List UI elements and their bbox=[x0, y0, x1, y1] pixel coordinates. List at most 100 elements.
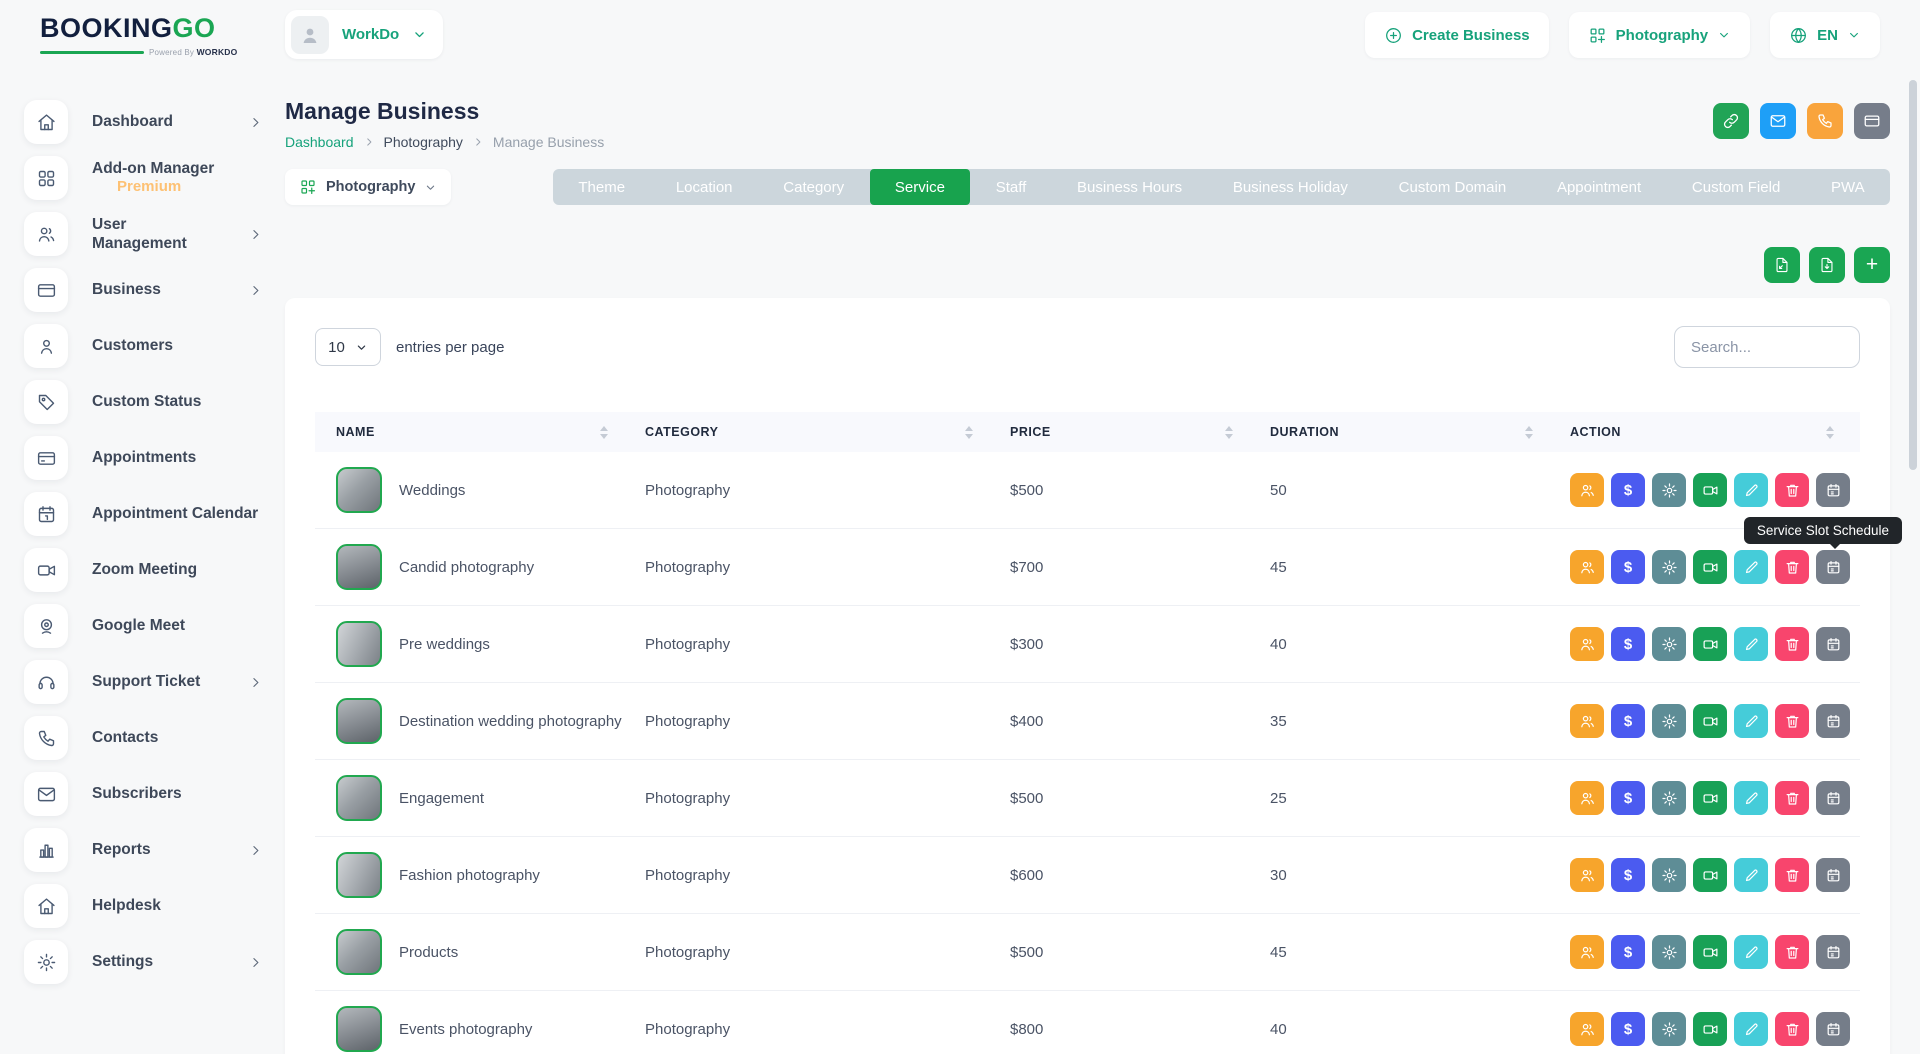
sidebar-item-appointment-calendar[interactable]: Appointment Calendar bbox=[0, 486, 283, 542]
staff-button[interactable] bbox=[1570, 781, 1604, 815]
copy-link-button[interactable] bbox=[1713, 103, 1749, 139]
service-settings-button[interactable] bbox=[1652, 550, 1686, 584]
payment-button[interactable] bbox=[1854, 103, 1890, 139]
download-file-button[interactable] bbox=[1809, 247, 1845, 283]
sort-icon[interactable] bbox=[600, 426, 608, 439]
service-settings-button[interactable] bbox=[1652, 1012, 1686, 1046]
sidebar-item-subscribers[interactable]: Subscribers bbox=[0, 766, 283, 822]
tab-location[interactable]: Location bbox=[650, 169, 757, 205]
meeting-button[interactable] bbox=[1693, 473, 1727, 507]
edit-button[interactable] bbox=[1734, 858, 1768, 892]
price-button[interactable]: $ bbox=[1611, 1012, 1645, 1046]
service-settings-button[interactable] bbox=[1652, 704, 1686, 738]
tab-business-holiday[interactable]: Business Holiday bbox=[1207, 169, 1373, 205]
sidebar-item-business[interactable]: Business bbox=[0, 262, 283, 318]
price-button[interactable]: $ bbox=[1611, 935, 1645, 969]
price-button[interactable]: $ bbox=[1611, 704, 1645, 738]
edit-button[interactable] bbox=[1734, 1012, 1768, 1046]
create-business-button[interactable]: Create Business bbox=[1365, 12, 1549, 58]
price-button[interactable]: $ bbox=[1611, 627, 1645, 661]
meeting-button[interactable] bbox=[1693, 935, 1727, 969]
meeting-button[interactable] bbox=[1693, 704, 1727, 738]
sidebar-item-user-management[interactable]: User Management bbox=[0, 206, 283, 262]
slot-schedule-button[interactable] bbox=[1816, 550, 1850, 584]
meeting-button[interactable] bbox=[1693, 858, 1727, 892]
tab-custom-domain[interactable]: Custom Domain bbox=[1373, 169, 1531, 205]
edit-button[interactable] bbox=[1734, 935, 1768, 969]
tab-theme[interactable]: Theme bbox=[553, 169, 650, 205]
sidebar-item-support-ticket[interactable]: Support Ticket bbox=[0, 654, 283, 710]
business-filter-dropdown[interactable]: Photography bbox=[285, 169, 451, 205]
staff-button[interactable] bbox=[1570, 550, 1604, 584]
edit-button[interactable] bbox=[1734, 627, 1768, 661]
tab-business-hours[interactable]: Business Hours bbox=[1052, 169, 1208, 205]
price-button[interactable]: $ bbox=[1611, 858, 1645, 892]
breadcrumb-dashboard[interactable]: Dashboard bbox=[285, 134, 354, 150]
sort-icon[interactable] bbox=[1225, 426, 1233, 439]
slot-schedule-button[interactable] bbox=[1816, 858, 1850, 892]
language-selector-button[interactable]: EN bbox=[1770, 12, 1880, 58]
sidebar-item-add-on-manager[interactable]: Add-on ManagerPremium bbox=[0, 150, 283, 206]
staff-button[interactable] bbox=[1570, 1012, 1604, 1046]
staff-button[interactable] bbox=[1570, 935, 1604, 969]
delete-button[interactable] bbox=[1775, 627, 1809, 661]
slot-schedule-button[interactable] bbox=[1816, 1012, 1850, 1046]
slot-schedule-button[interactable] bbox=[1816, 935, 1850, 969]
price-button[interactable]: $ bbox=[1611, 550, 1645, 584]
sort-icon[interactable] bbox=[965, 426, 973, 439]
sidebar-item-custom-status[interactable]: Custom Status bbox=[0, 374, 283, 430]
delete-button[interactable] bbox=[1775, 550, 1809, 584]
meeting-button[interactable] bbox=[1693, 550, 1727, 584]
sidebar-item-settings[interactable]: Settings bbox=[0, 934, 283, 990]
tab-staff[interactable]: Staff bbox=[970, 169, 1051, 205]
edit-button[interactable] bbox=[1734, 781, 1768, 815]
tab-service[interactable]: Service bbox=[870, 169, 971, 205]
page-scrollbar[interactable] bbox=[1909, 80, 1917, 470]
add-service-button[interactable]: + bbox=[1854, 247, 1890, 283]
sidebar-item-reports[interactable]: Reports bbox=[0, 822, 283, 878]
price-button[interactable]: $ bbox=[1611, 473, 1645, 507]
slot-schedule-button[interactable] bbox=[1816, 704, 1850, 738]
delete-button[interactable] bbox=[1775, 935, 1809, 969]
staff-button[interactable] bbox=[1570, 704, 1604, 738]
meeting-button[interactable] bbox=[1693, 781, 1727, 815]
meeting-button[interactable] bbox=[1693, 627, 1727, 661]
delete-button[interactable] bbox=[1775, 473, 1809, 507]
edit-button[interactable] bbox=[1734, 473, 1768, 507]
sidebar-item-appointments[interactable]: Appointments bbox=[0, 430, 283, 486]
service-settings-button[interactable] bbox=[1652, 935, 1686, 969]
edit-button[interactable] bbox=[1734, 550, 1768, 584]
service-settings-button[interactable] bbox=[1652, 473, 1686, 507]
slot-schedule-button[interactable] bbox=[1816, 781, 1850, 815]
delete-button[interactable] bbox=[1775, 1012, 1809, 1046]
tab-appointment[interactable]: Appointment bbox=[1532, 169, 1667, 205]
meeting-button[interactable] bbox=[1693, 1012, 1727, 1046]
workspace-selector[interactable]: WorkDo bbox=[285, 10, 443, 59]
sidebar-item-zoom-meeting[interactable]: Zoom Meeting bbox=[0, 542, 283, 598]
edit-button[interactable] bbox=[1734, 704, 1768, 738]
slot-schedule-button[interactable] bbox=[1816, 473, 1850, 507]
sidebar-item-helpdesk[interactable]: Helpdesk bbox=[0, 878, 283, 934]
sidebar-item-contacts[interactable]: Contacts bbox=[0, 710, 283, 766]
sort-icon[interactable] bbox=[1525, 426, 1533, 439]
search-input[interactable] bbox=[1674, 326, 1860, 368]
sidebar-item-customers[interactable]: Customers bbox=[0, 318, 283, 374]
slot-schedule-button[interactable] bbox=[1816, 627, 1850, 661]
breadcrumb-photography[interactable]: Photography bbox=[384, 134, 463, 150]
sidebar-item-dashboard[interactable]: Dashboard bbox=[0, 94, 283, 150]
delete-button[interactable] bbox=[1775, 858, 1809, 892]
sidebar-item-google-meet[interactable]: Google Meet bbox=[0, 598, 283, 654]
export-file-button[interactable] bbox=[1764, 247, 1800, 283]
staff-button[interactable] bbox=[1570, 858, 1604, 892]
call-button[interactable] bbox=[1807, 103, 1843, 139]
delete-button[interactable] bbox=[1775, 781, 1809, 815]
send-mail-button[interactable] bbox=[1760, 103, 1796, 139]
tab-category[interactable]: Category bbox=[758, 169, 870, 205]
sort-icon[interactable] bbox=[1826, 426, 1834, 439]
staff-button[interactable] bbox=[1570, 473, 1604, 507]
tab-custom-field[interactable]: Custom Field bbox=[1667, 169, 1806, 205]
business-selector-button[interactable]: Photography bbox=[1569, 12, 1751, 58]
price-button[interactable]: $ bbox=[1611, 781, 1645, 815]
delete-button[interactable] bbox=[1775, 704, 1809, 738]
service-settings-button[interactable] bbox=[1652, 781, 1686, 815]
